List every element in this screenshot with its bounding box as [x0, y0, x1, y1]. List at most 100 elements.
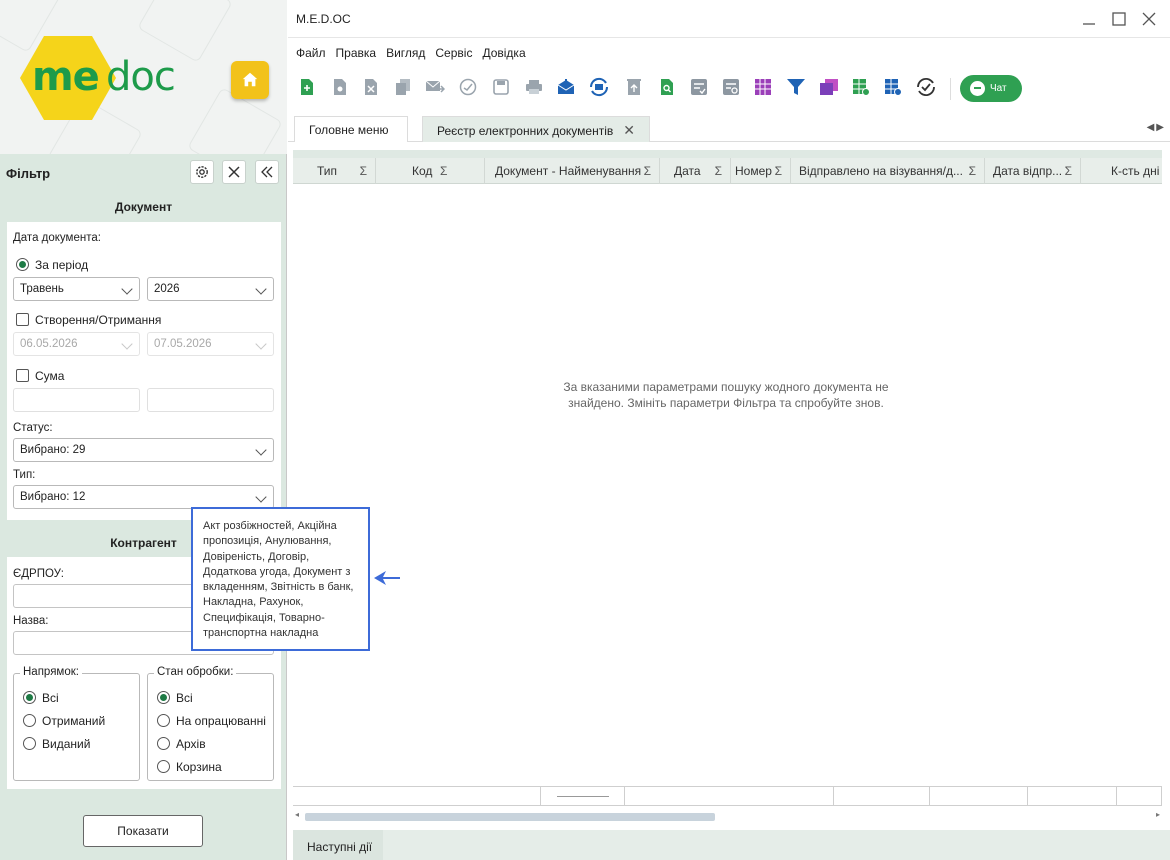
sum-icon[interactable]: Σ — [775, 158, 782, 184]
filter-collapse-button[interactable] — [255, 160, 279, 184]
home-button[interactable] — [231, 61, 269, 99]
chevron-down-icon — [255, 283, 267, 295]
close-icon[interactable]: ✕ — [623, 117, 635, 143]
show-button[interactable]: Показати — [83, 815, 203, 847]
name-label: Назва: — [13, 615, 49, 627]
col-document-name[interactable]: Документ - Найменування Σ — [485, 158, 660, 184]
summary-cell — [625, 787, 834, 805]
sum-icon[interactable]: Σ — [360, 158, 367, 184]
status-select[interactable]: Вибрано: 29 — [13, 438, 274, 462]
send-mail-icon[interactable] — [424, 76, 446, 98]
sum-from-input[interactable] — [13, 388, 140, 412]
sum-checkbox[interactable] — [16, 369, 29, 382]
scroll-right-icon[interactable]: ▸ — [1156, 810, 1160, 819]
print-icon[interactable] — [523, 76, 545, 98]
filter-settings-button[interactable] — [190, 160, 214, 184]
col-code[interactable]: Код Σ — [376, 158, 485, 184]
summary-cell — [930, 787, 1028, 805]
tab-bar: Головне меню Реєстр електронних документ… — [288, 114, 1170, 142]
exchange-icon[interactable] — [588, 76, 610, 98]
sync-check-icon[interactable] — [915, 76, 937, 98]
filter-icon[interactable] — [785, 76, 807, 98]
col-sent-date[interactable]: Дата відпр... Σ — [985, 158, 1081, 184]
menu-file[interactable]: Файл — [296, 46, 326, 64]
checklist-icon[interactable] — [688, 76, 710, 98]
status-label: Статус: — [13, 422, 53, 434]
refresh-list-icon[interactable] — [720, 76, 742, 98]
direction-all-radio[interactable] — [23, 691, 36, 704]
sign-icon[interactable] — [457, 76, 479, 98]
date-from-value: 06.05.2026 — [20, 338, 78, 350]
col-days-count[interactable]: К-сть дні — [1081, 158, 1162, 184]
chevron-down-icon — [255, 444, 267, 456]
search-document-icon[interactable] — [656, 76, 678, 98]
col-number[interactable]: Номер Σ — [731, 158, 791, 184]
scrollbar-thumb[interactable] — [305, 813, 715, 821]
title-bar: M.E.D.OC — [288, 0, 1170, 38]
add-table-icon[interactable] — [850, 76, 872, 98]
double-chevron-left-icon — [261, 166, 273, 178]
chevron-down-icon — [255, 338, 267, 350]
menu-service[interactable]: Сервіс — [435, 46, 472, 64]
menu-edit[interactable]: Правка — [336, 46, 377, 64]
creation-checkbox[interactable] — [16, 313, 29, 326]
sum-icon[interactable]: Σ — [715, 158, 722, 184]
sum-icon[interactable]: Σ — [644, 158, 651, 184]
delete-document-icon[interactable] — [360, 76, 382, 98]
grid-header: Тип Σ Код Σ Документ - Найменування Σ Дата Σ… — [293, 158, 1162, 184]
table-refresh-icon[interactable] — [882, 76, 904, 98]
scroll-left-icon[interactable]: ◂ — [295, 810, 299, 819]
creation-label: Створення/Отримання — [35, 313, 162, 327]
filter-close-button[interactable] — [222, 160, 246, 184]
tab-main-menu[interactable]: Головне меню — [294, 116, 408, 142]
table-icon[interactable] — [752, 76, 774, 98]
sum-label: Сума — [35, 369, 65, 383]
next-actions-panel: Наступні дії — [293, 830, 1170, 860]
sum-icon[interactable]: Σ — [1065, 158, 1072, 184]
type-tooltip: Акт розбіжностей, Акційна пропозиція, Ан… — [191, 507, 370, 651]
col-type[interactable]: Тип Σ — [293, 158, 376, 184]
sum-icon[interactable]: Σ — [969, 158, 976, 184]
processing-inprogress-label: На опрацюванні — [176, 714, 266, 728]
maximize-icon[interactable] — [1108, 8, 1130, 30]
minimize-icon[interactable] — [1078, 8, 1100, 30]
tab-scroll-arrows-icon[interactable]: ◀▶ — [1147, 122, 1166, 133]
new-document-icon[interactable] — [296, 76, 318, 98]
copy-document-icon[interactable] — [392, 76, 414, 98]
direction-all-label: Всі — [42, 691, 59, 705]
period-radio[interactable] — [16, 258, 29, 271]
processing-all-radio[interactable] — [157, 691, 170, 704]
direction-received-radio[interactable] — [23, 714, 36, 727]
chat-button[interactable]: Чат — [960, 75, 1022, 102]
month-value: Травень — [20, 283, 64, 295]
type-select[interactable]: Вибрано: 12 — [13, 485, 274, 509]
col-date[interactable]: Дата Σ — [660, 158, 731, 184]
close-window-icon[interactable] — [1138, 8, 1160, 30]
processing-title: Стан обробки: — [154, 666, 237, 678]
save-icon[interactable] — [490, 76, 512, 98]
duplicate-icon[interactable] — [818, 76, 840, 98]
sum-to-input[interactable] — [147, 388, 274, 412]
empty-results-message: За вказаними параметрами пошуку жодного … — [563, 380, 889, 410]
view-document-icon[interactable] — [329, 76, 351, 98]
next-actions-tab[interactable]: Наступні дії — [293, 830, 383, 860]
processing-archive-radio[interactable] — [157, 737, 170, 750]
processing-inprogress-radio[interactable] — [157, 714, 170, 727]
chevron-down-icon — [121, 283, 133, 295]
processing-trash-radio[interactable] — [157, 760, 170, 773]
receive-mail-icon[interactable] — [555, 76, 577, 98]
tab-e-documents-registry[interactable]: Реєстр електронних документів ✕ — [422, 116, 650, 142]
sum-icon[interactable]: Σ — [440, 158, 447, 184]
direction-issued-radio[interactable] — [23, 737, 36, 750]
date-to-select[interactable]: 07.05.2026 — [147, 332, 274, 356]
archive-upload-icon[interactable] — [623, 76, 645, 98]
processing-trash-label: Корзина — [176, 760, 222, 774]
col-sent-for-approval[interactable]: Відправлено на візування/д... Σ — [791, 158, 985, 184]
menu-help[interactable]: Довідка — [482, 46, 525, 64]
horizontal-scrollbar[interactable]: ◂ ▸ — [293, 808, 1162, 826]
year-select[interactable]: 2026 — [147, 277, 274, 301]
month-select[interactable]: Травень — [13, 277, 140, 301]
date-from-select[interactable]: 06.05.2026 — [13, 332, 140, 356]
menu-view[interactable]: Вигляд — [386, 46, 425, 64]
summary-cell — [541, 787, 625, 805]
